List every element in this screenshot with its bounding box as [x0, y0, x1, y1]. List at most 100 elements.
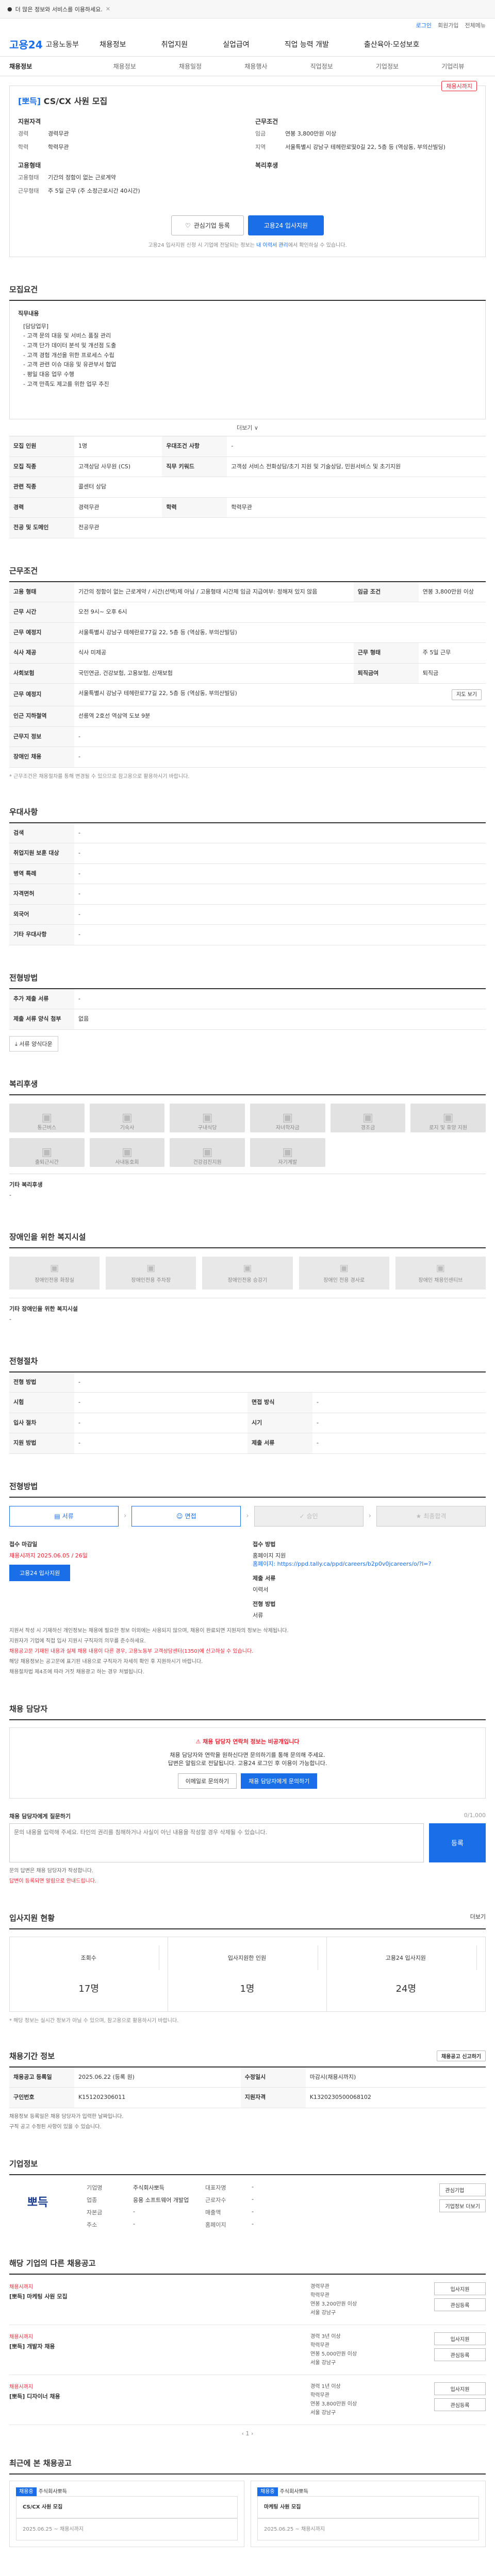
welfare-section: 복리후생 ▣ 통근버스 ▣ 기숙사 ▣ 구내식당 ▣ 자녀학자금 ▣ 경조금 ▣ 로지 및 …	[9, 1078, 486, 1205]
step-approval: ✓ 승인	[254, 1505, 364, 1527]
table-key: 기타 우대사항	[9, 924, 74, 945]
welfare-label: 로지 및 휴양 지원	[429, 1125, 468, 1131]
gnb-item[interactable]: 출산육아·모성보호	[364, 39, 420, 49]
recinfo-title: 채용기간 정보	[9, 2051, 55, 2061]
subnav-item[interactable]: 채용정보	[113, 62, 136, 71]
apply-button[interactable]: 고용24 입사지원	[248, 215, 324, 235]
close-icon[interactable]: ✕	[106, 6, 110, 12]
recent-title[interactable]: 마케팅 사원 모집	[257, 2496, 479, 2518]
company-value: 응용 소프트웨어 개발업	[133, 2196, 189, 2204]
item-apply-button[interactable]: 입사지원	[434, 2382, 486, 2395]
table-value: 고객상담 사무원 (CS)	[74, 456, 162, 477]
gnb-item[interactable]: 직업 능력 개발	[285, 39, 329, 49]
subnav-item[interactable]: 채용일정	[179, 62, 202, 71]
detail-line: [담당업무]	[23, 323, 49, 330]
note-item: 채용절차법 제4조에 따라 거짓 채용광고 하는 경우 처벌됩니다.	[9, 1669, 144, 1675]
detail-section: 모집요건 직무내용 [담당업무] - 고객 문의 대응 및 서비스 품질 관리 …	[9, 284, 486, 538]
table-key: 지원 방법	[9, 1433, 74, 1454]
subnav-item[interactable]: 직업정보	[310, 62, 333, 71]
condition-table: 고용 형태 기간의 정함이 없는 근로계약 / 시간(선택)제 아님 / 고용형태…	[9, 582, 486, 768]
apply-key: 접수 방법	[253, 1540, 276, 1548]
apply-key: 전형 방법	[253, 1600, 276, 1607]
welfare-item: ▣ 기숙사	[89, 1103, 165, 1132]
more-button[interactable]: 더보기 ∨	[9, 419, 486, 436]
download-form-button[interactable]: ⤓ 서류 양식다운	[9, 1036, 58, 1052]
join-link[interactable]: 회원가입	[438, 21, 458, 29]
stats-more-link[interactable]: 더보기	[470, 1912, 486, 1923]
homepage-link[interactable]: 홈페이지: https://ppd.tally.ca/ppd/careers/b…	[253, 1560, 486, 1568]
apply-button-bottom[interactable]: 고용24 입사지원	[9, 1564, 71, 1581]
email-inquiry-button[interactable]: 이메일로 문의하기	[177, 1773, 237, 1789]
table-key: 고용 형태	[9, 582, 74, 602]
question-input[interactable]	[9, 1823, 424, 1862]
item-fav-button[interactable]: 관심등록	[434, 2398, 486, 2411]
etc-value: -	[9, 1315, 11, 1323]
section-title: 채용기간 정보 채용공고 신고하기	[9, 2050, 486, 2067]
table-key: 사회보험	[9, 663, 74, 684]
page-number[interactable]: 1	[246, 2430, 250, 2437]
gnb-item[interactable]: 취업지원	[161, 39, 188, 49]
table-key: 추가 제출 서류	[9, 989, 74, 1009]
ramp-icon: ▣	[339, 1262, 349, 1274]
gnb-item[interactable]: 채용정보	[100, 39, 126, 49]
menu-link[interactable]: 전체메뉴	[465, 21, 486, 29]
submit-question-button[interactable]: 등록	[429, 1823, 486, 1862]
selection-section: 전형절차 전형 방법 - 시험 - 면접 방식 - 입사 절차 - 시기 - 지원 방법 - 제출…	[9, 1355, 486, 1454]
subnav-item[interactable]: 기업리뷰	[441, 62, 464, 71]
table-key: 근무 예정지	[9, 622, 74, 643]
item-meta: 학력무관	[310, 2292, 329, 2298]
table-value: -	[74, 1433, 248, 1454]
favorite-company-button[interactable]: ♡ 관심기업 등록	[171, 215, 244, 235]
step-label: 최종합격	[423, 1513, 447, 1520]
recent-item[interactable]: 채용중 주식회사뽀득 마케팅 사원 모집 2025.06.25 ~ 채용시까지	[251, 2480, 486, 2547]
detail-line: - 평일 대응 업무 수행	[23, 371, 74, 378]
welfare-label: 구내식당	[197, 1125, 217, 1131]
table-key: 입사 절차	[9, 1413, 74, 1433]
summary-heading: 복리후생	[255, 162, 278, 169]
favorite-company-side-button[interactable]: 관심기업	[439, 2183, 486, 2196]
apply-key: 접수 마감일	[9, 1540, 38, 1548]
manager-inquiry-button[interactable]: 채용 담당자에게 문의하기	[241, 1773, 318, 1789]
item-title[interactable]: [뽀득] 마케팅 사원 모집	[9, 2292, 300, 2300]
chevron-left-icon[interactable]: ‹	[242, 2430, 244, 2437]
stat-label: 조회수	[18, 1945, 160, 1970]
summary-key: 임금	[255, 130, 266, 137]
company-more-button[interactable]: 기업정보 더보기	[439, 2199, 486, 2212]
subnav-item[interactable]: 기업정보	[376, 62, 399, 71]
list-item[interactable]: 채용시까지 [뽀득] 개발자 채용 경력 3년 이상 학력무관 연봉 5,000만원 …	[9, 2325, 486, 2375]
table-key: 근무 시간	[9, 602, 74, 623]
company-value: -	[252, 2220, 254, 2227]
gnb-item[interactable]: 실업급여	[223, 39, 250, 49]
subnav-item[interactable]: 채용행사	[244, 62, 267, 71]
item-fav-button[interactable]: 관심등록	[434, 2348, 486, 2361]
recent-title[interactable]: CS/CX 사원 모집	[16, 2496, 238, 2518]
welfare-label: 통근버스	[37, 1125, 57, 1131]
final-icon: ★	[416, 1512, 422, 1520]
table-key: 근무지 정보	[9, 726, 74, 747]
pagination[interactable]: ‹ 1 ›	[9, 2425, 486, 2442]
login-link[interactable]: 로그인	[416, 21, 432, 29]
site-logo[interactable]: 고용24 고용노동부	[9, 37, 79, 52]
map-button[interactable]: 지도 보기	[452, 689, 482, 700]
recent-item[interactable]: 채용중 주식회사뽀득 CS/CX 사원 모집 2025.06.25 ~ 채용시까지	[9, 2480, 244, 2547]
chevron-right-icon[interactable]: ›	[251, 2430, 253, 2437]
item-title[interactable]: [뽀득] 디자이너 채용	[9, 2392, 300, 2400]
note-item: 문의 답변은 채용 담당자가 작성합니다.	[9, 1868, 94, 1874]
item-title[interactable]: [뽀득] 개발자 채용	[9, 2342, 300, 2350]
notice-icon: ●	[7, 6, 12, 12]
job-summary: 채용시까지 [뽀득] CS/CX 사원 모집 지원자격 경력 경력무관 학력 학력무…	[9, 81, 486, 257]
item-fav-button[interactable]: 관심등록	[434, 2298, 486, 2311]
list-item[interactable]: 채용시까지 [뽀득] 마케팅 사원 모집 경력무관 학력무관 연봉 3,200만원 이…	[9, 2275, 486, 2325]
facility-label: 장애인 채용인센티브	[418, 1277, 463, 1283]
welfare-label: 자기계발	[278, 1159, 298, 1165]
section-title: 해당 기업의 다른 채용공고	[9, 2258, 486, 2275]
qa-notes: 문의 답변은 채용 담당자가 작성합니다. 답변이 등록되면 알림으로 안내드립…	[9, 1867, 486, 1886]
list-item[interactable]: 채용시까지 [뽀득] 디자이너 채용 경력 1년 이상 학력무관 연봉 3,800만원…	[9, 2375, 486, 2425]
report-button[interactable]: 채용공고 신고하기	[436, 2050, 486, 2061]
company-key: 매출액	[205, 2209, 221, 2216]
resume-link[interactable]: 내 이력서 관리	[256, 243, 288, 248]
table-value: -	[74, 924, 486, 945]
item-apply-button[interactable]: 입사지원	[434, 2282, 486, 2295]
item-apply-button[interactable]: 입사지원	[434, 2332, 486, 2345]
arrow-icon: ›	[368, 1512, 371, 1520]
